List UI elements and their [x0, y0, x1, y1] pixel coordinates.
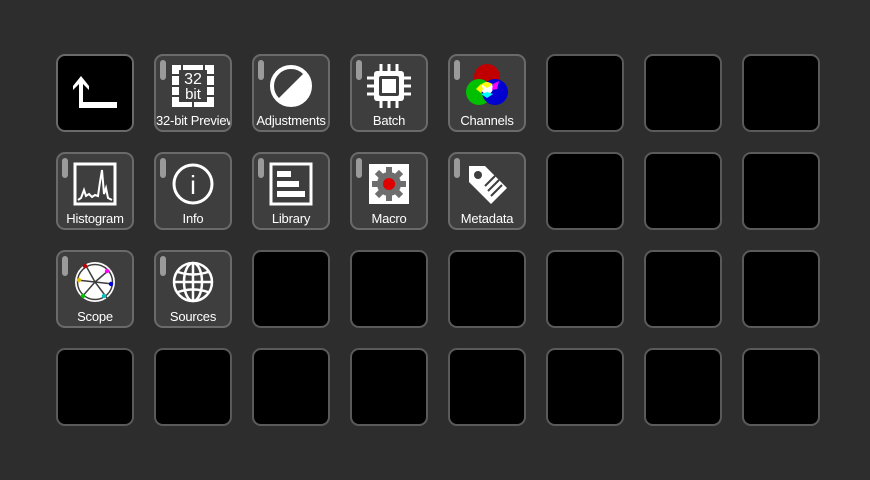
status-led [454, 158, 460, 178]
icon-text-bottom: bit [185, 86, 202, 103]
rgb-channels-icon [463, 62, 511, 110]
empty-key[interactable] [448, 250, 526, 328]
key-library[interactable]: Library [252, 152, 330, 230]
stream-deck-grid: 32 bit 32-bit Preview Adjustments Batch … [56, 54, 820, 426]
info-glyph: i [190, 170, 196, 200]
library-icon [267, 160, 315, 208]
key-label: Library [271, 211, 311, 226]
key-channels[interactable]: Channels [448, 54, 526, 132]
key-label: Batch [372, 113, 406, 128]
key-label: 32-bit Preview [156, 113, 232, 128]
key-label: Scope [77, 309, 113, 324]
empty-key[interactable] [644, 348, 722, 426]
key-metadata[interactable]: Metadata [448, 152, 526, 230]
key-32bit-preview[interactable]: 32 bit 32-bit Preview [154, 54, 232, 132]
empty-key[interactable] [742, 152, 820, 230]
key-label: Macro [371, 211, 407, 226]
status-led [62, 256, 68, 276]
empty-key[interactable] [742, 348, 820, 426]
key-info[interactable]: i Info [154, 152, 232, 230]
status-led [160, 158, 166, 178]
key-sources[interactable]: Sources [154, 250, 232, 328]
empty-key[interactable] [546, 250, 624, 328]
empty-key[interactable] [252, 250, 330, 328]
key-label: Adjustments [256, 113, 326, 128]
status-led [356, 158, 362, 178]
status-led [62, 158, 68, 178]
empty-key[interactable] [644, 250, 722, 328]
empty-key[interactable] [448, 348, 526, 426]
key-scope[interactable]: Scope [56, 250, 134, 328]
status-led [160, 60, 166, 80]
key-histogram[interactable]: Histogram [56, 152, 134, 230]
32bit-icon: 32 bit [169, 62, 217, 110]
key-adjustments[interactable]: Adjustments [252, 54, 330, 132]
globe-icon [169, 258, 217, 306]
key-label: Histogram [66, 211, 124, 226]
status-led [356, 60, 362, 80]
empty-key[interactable] [546, 348, 624, 426]
back-key[interactable] [56, 54, 134, 132]
empty-key[interactable] [644, 152, 722, 230]
empty-key[interactable] [742, 250, 820, 328]
empty-key[interactable] [350, 250, 428, 328]
status-led [454, 60, 460, 80]
empty-key[interactable] [644, 54, 722, 132]
empty-key[interactable] [546, 152, 624, 230]
back-arrow-icon [71, 70, 119, 118]
key-label: Sources [169, 309, 217, 324]
empty-key[interactable] [252, 348, 330, 426]
status-led [258, 60, 264, 80]
key-batch[interactable]: Batch [350, 54, 428, 132]
macro-gear-icon [365, 160, 413, 208]
key-label: Info [182, 211, 204, 226]
empty-key[interactable] [56, 348, 134, 426]
empty-key[interactable] [546, 54, 624, 132]
empty-key[interactable] [350, 348, 428, 426]
key-label: Metadata [460, 211, 514, 226]
empty-key[interactable] [154, 348, 232, 426]
status-led [160, 256, 166, 276]
chip-icon [365, 62, 413, 110]
empty-key[interactable] [742, 54, 820, 132]
info-icon: i [169, 160, 217, 208]
key-macro[interactable]: Macro [350, 152, 428, 230]
status-led [258, 158, 264, 178]
vectorscope-icon [71, 258, 119, 306]
adjustments-icon [267, 62, 315, 110]
key-label: Channels [460, 113, 514, 128]
histogram-icon [71, 160, 119, 208]
tag-icon [463, 160, 511, 208]
